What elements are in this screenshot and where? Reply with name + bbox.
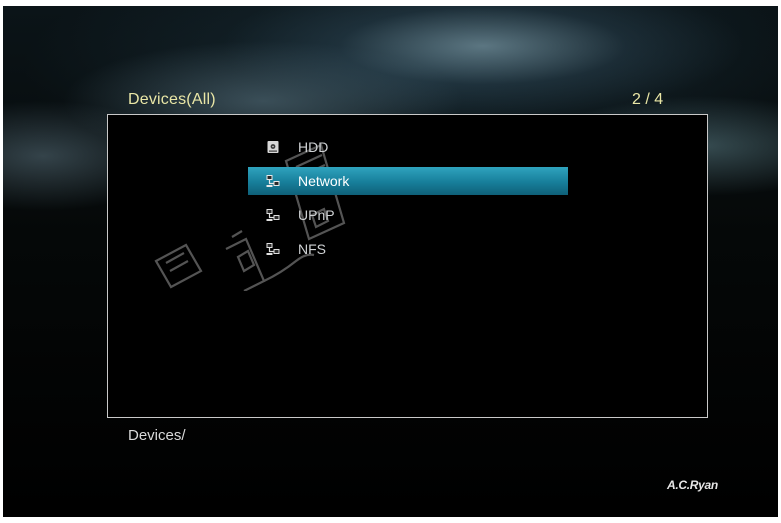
menu-item-network[interactable]: Network [248, 167, 568, 195]
network-icon [266, 243, 280, 255]
network-icon [266, 209, 280, 221]
menu-item-label: UPnP [298, 207, 335, 223]
page-counter: 2 / 4 [632, 91, 664, 108]
current-path: Devices/ [128, 427, 186, 444]
media-player-screen: Devices(All) 2 / 4 HDD Network UPnP NFS … [3, 6, 778, 517]
menu-item-label: HDD [298, 139, 329, 155]
brand-logo: A.C.Ryan [667, 478, 718, 492]
page-title: Devices(All) [128, 91, 216, 108]
menu-item-hdd[interactable]: HDD [248, 133, 568, 161]
hdd-icon [267, 141, 279, 153]
network-icon [266, 175, 280, 187]
menu-item-nfs[interactable]: NFS [248, 235, 568, 263]
menu-item-label: NFS [298, 241, 326, 257]
menu-item-upnp[interactable]: UPnP [248, 201, 568, 229]
menu-item-label: Network [298, 173, 350, 189]
